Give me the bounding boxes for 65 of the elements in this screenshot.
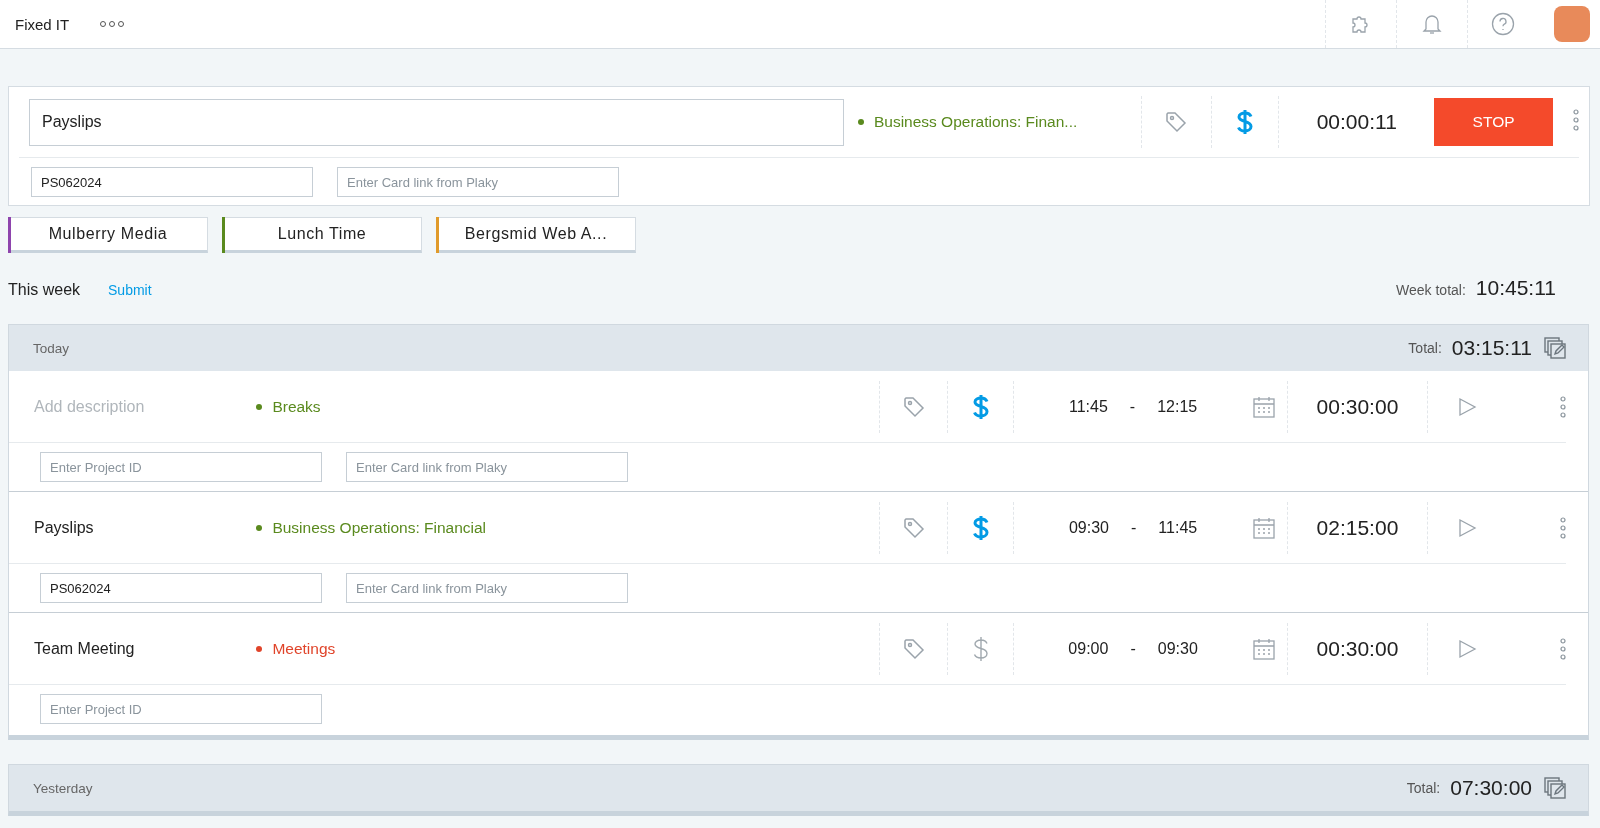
text-field[interactable]: Enter Card link from Plaky [346,573,628,603]
project-name[interactable]: Business Operations: Finan... [873,113,1078,131]
text-field[interactable]: PS062024 [31,167,313,197]
text-field[interactable]: Enter Card link from Plaky [337,167,619,197]
description-field[interactable]: Payslips [29,98,844,146]
more-icon[interactable] [1560,637,1566,660]
start-time[interactable]: 09:30 [1068,518,1109,537]
calendar-icon[interactable] [1251,394,1276,419]
day-label: Today [33,340,70,356]
text-field[interactable]: Enter Card link from Plaky [346,452,628,482]
help-icon[interactable] [1491,12,1515,36]
time-separator: - [1131,518,1137,537]
project-name[interactable]: Breaks [272,397,321,416]
week-total: 10:45:11 [1475,276,1556,300]
total-label: Total: [1406,780,1441,796]
more-icon[interactable] [1573,109,1579,131]
text-field[interactable]: Enter Project ID [40,694,322,724]
end-time[interactable]: 09:30 [1157,639,1198,658]
dollar-icon[interactable] [972,393,989,420]
quick-entry-button[interactable]: Bergsmid Web A... [436,217,636,253]
edit-icon[interactable] [1544,777,1568,799]
quick-entry-button[interactable]: Mulberry Media [8,217,208,253]
project-name[interactable]: Meetings [272,639,336,658]
total-label: Total: [1408,340,1442,356]
workspace-name[interactable]: Fixed IT [15,15,70,33]
stop-button[interactable]: STOP [1434,98,1553,146]
entry-duration: 02:15:00 [1316,515,1399,540]
time-separator: - [1129,397,1136,416]
play-icon[interactable] [1457,638,1478,659]
more-icon[interactable] [1560,395,1566,418]
start-time[interactable]: 09:00 [1068,639,1109,658]
dollar-icon[interactable] [972,635,989,662]
entry-description[interactable]: Payslips [9,518,257,537]
week-total-label: Week total: [1396,282,1466,298]
quick-entry-button[interactable]: Lunch Time [222,217,422,253]
day-total: 07:30:00 [1450,776,1532,800]
entry-duration: 00:30:00 [1316,636,1399,661]
tag-icon[interactable] [901,394,926,419]
play-icon[interactable] [1457,517,1478,538]
week-label: This week [8,281,81,299]
text-field[interactable]: Enter Project ID [40,452,322,482]
calendar-icon[interactable] [1251,515,1276,540]
start-time[interactable]: 11:45 [1068,397,1108,416]
dollar-icon[interactable] [972,514,989,541]
bell-icon[interactable] [1422,13,1442,35]
entry-duration: 00:30:00 [1316,394,1399,419]
entry-description[interactable]: Team Meeting [9,639,257,658]
timer-display: 00:00:11 [1316,110,1397,134]
tag-icon[interactable] [1164,110,1189,134]
dollar-icon[interactable] [1237,109,1254,135]
more-icon[interactable] [1560,516,1566,539]
avatar[interactable] [1554,6,1590,42]
text-field[interactable]: PS062024 [40,573,322,603]
calendar-icon[interactable] [1251,636,1276,661]
edit-icon[interactable] [1544,337,1568,359]
play-icon[interactable] [1457,396,1478,417]
day-total: 03:15:11 [1451,336,1532,360]
end-time[interactable]: 11:45 [1158,518,1198,537]
time-separator: - [1130,639,1136,658]
more-icon[interactable] [99,20,126,28]
project-name[interactable]: Business Operations: Financial [272,518,487,537]
day-label: Yesterday [33,780,93,796]
tag-icon[interactable] [901,515,926,540]
end-time[interactable]: 12:15 [1157,397,1198,416]
tag-icon[interactable] [901,636,926,661]
